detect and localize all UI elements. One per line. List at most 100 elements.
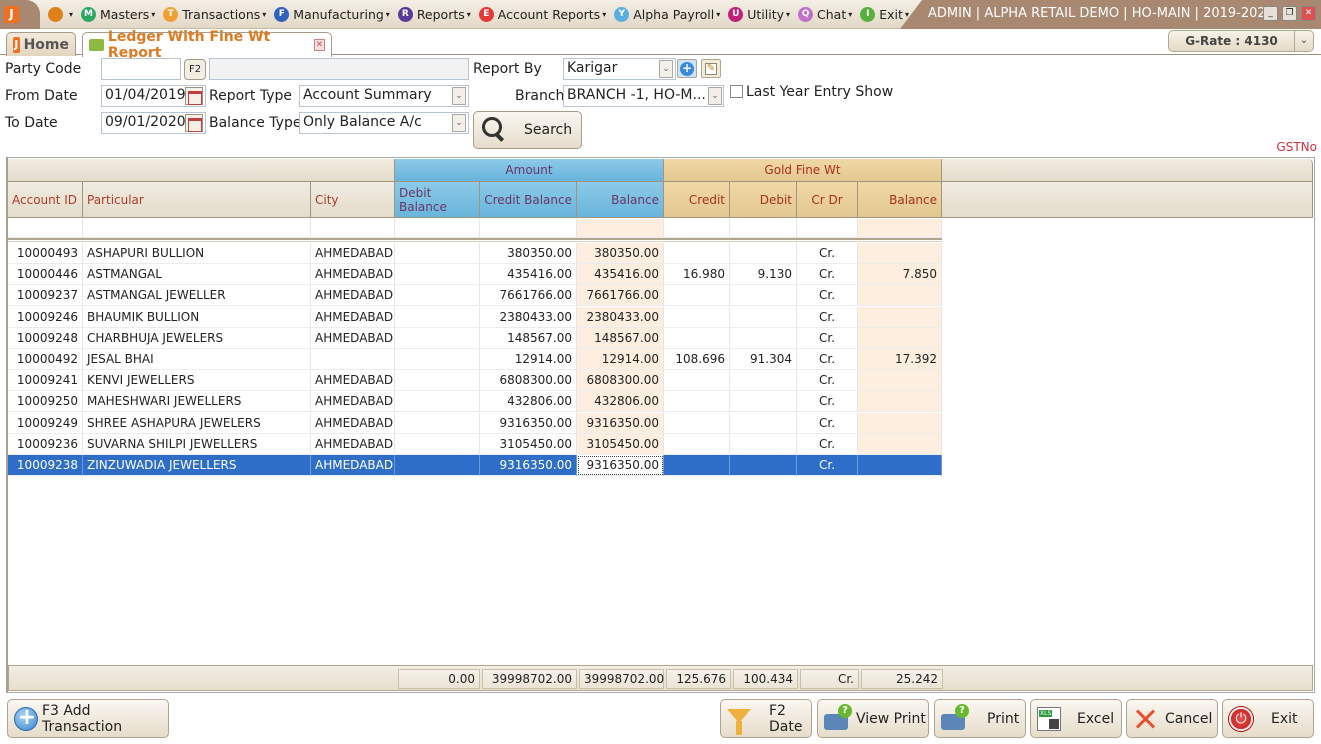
menu-settings[interactable]: ▾	[48, 7, 73, 22]
cell-gold-debit[interactable]	[730, 370, 797, 392]
cell-particular[interactable]: ASHAPURI BULLION	[83, 243, 311, 264]
chevron-down-icon[interactable]: ⌄	[708, 87, 722, 105]
edit-icon[interactable]: ✎	[701, 59, 721, 78]
cell-gold-balance[interactable]	[858, 412, 942, 434]
filter-cell-gold-balance[interactable]	[858, 219, 942, 238]
cell-credit-balance[interactable]: 432806.00	[480, 391, 577, 413]
view-print-button[interactable]: View Print	[817, 699, 929, 738]
cell-debit-balance[interactable]	[395, 243, 480, 264]
filter-cell-debit-balance[interactable]	[395, 219, 480, 238]
close-window-icon[interactable]: ✕	[1301, 6, 1316, 21]
cell-debit-balance[interactable]	[395, 306, 480, 328]
column-header-cr-dr[interactable]: Cr Dr	[797, 182, 858, 218]
cell-amount-balance[interactable]: 6808300.00	[577, 370, 664, 392]
cell-gold-balance[interactable]	[858, 455, 942, 476]
calendar-icon[interactable]	[185, 87, 203, 105]
cell-particular[interactable]: ASTMANGAL	[83, 264, 311, 286]
f2-date-button[interactable]: F2 Date	[720, 699, 812, 738]
cell-particular[interactable]: KENVI JEWELLERS	[83, 370, 311, 392]
cell-credit-balance[interactable]: 380350.00	[480, 243, 577, 264]
menu-reports[interactable]: R Reports ▾	[397, 7, 471, 22]
cell-amount-balance[interactable]: 432806.00	[577, 391, 664, 413]
tab-home[interactable]: J Home	[6, 32, 76, 56]
column-header-account-id[interactable]: Account ID	[8, 182, 83, 218]
cell-amount-balance[interactable]: 3105450.00	[577, 433, 664, 455]
branch-select[interactable]: BRANCH -1, HO-M...	[563, 85, 724, 107]
cell-cr-dr[interactable]: Cr.	[797, 455, 858, 476]
column-header-gold-credit[interactable]: Credit	[664, 182, 730, 218]
filter-cell-cr-dr[interactable]	[797, 219, 858, 238]
cell-particular[interactable]: CHARBHUJA JEWELERS	[83, 327, 311, 349]
cell-gold-balance[interactable]	[858, 370, 942, 392]
cell-cr-dr[interactable]: Cr.	[797, 391, 858, 413]
party-code-input[interactable]	[101, 58, 181, 80]
column-header-gold-debit[interactable]: Debit	[730, 182, 797, 218]
cell-cr-dr[interactable]: Cr.	[797, 370, 858, 392]
column-header-particular[interactable]: Particular	[83, 182, 311, 218]
chevron-down-icon[interactable]: ⌄	[659, 60, 673, 78]
cell-gold-balance[interactable]: 7.850	[858, 264, 942, 286]
menu-transactions[interactable]: T Transactions ▾	[163, 7, 266, 22]
cell-gold-debit[interactable]	[730, 243, 797, 264]
cell-gold-debit[interactable]	[730, 412, 797, 434]
report-type-select[interactable]: Account Summary	[299, 85, 469, 107]
cell-city[interactable]: AHMEDABAD	[311, 327, 395, 349]
cell-debit-balance[interactable]	[395, 412, 480, 434]
cell-account-id[interactable]: 10009236	[8, 433, 83, 455]
cell-cr-dr[interactable]: Cr.	[797, 306, 858, 328]
cancel-button[interactable]: Cancel	[1126, 699, 1218, 738]
menu-exit[interactable]: I Exit ▾	[860, 7, 909, 22]
cell-amount-balance[interactable]: 435416.00	[577, 264, 664, 286]
cell-debit-balance[interactable]	[395, 264, 480, 286]
cell-debit-balance[interactable]	[395, 285, 480, 307]
excel-button[interactable]: Excel	[1030, 699, 1122, 738]
cell-cr-dr[interactable]: Cr.	[797, 264, 858, 286]
cell-gold-debit[interactable]	[730, 433, 797, 455]
cell-debit-balance[interactable]	[395, 349, 480, 370]
cell-amount-balance[interactable]: 9316350.00	[577, 455, 664, 476]
cell-account-id[interactable]: 10000493	[8, 243, 83, 264]
column-header-amount-balance[interactable]: Balance	[577, 182, 664, 218]
cell-city[interactable]: AHMEDABAD	[311, 243, 395, 264]
filter-cell-particular[interactable]	[83, 219, 311, 238]
chevron-down-icon[interactable]: ⌄	[452, 114, 466, 132]
close-tab-icon[interactable]: ✕	[313, 39, 326, 51]
cell-credit-balance[interactable]: 12914.00	[480, 349, 577, 370]
add-transaction-button[interactable]: F3 Add Transaction	[7, 699, 169, 738]
cell-city[interactable]: AHMEDABAD	[311, 306, 395, 328]
filter-cell-city[interactable]	[311, 219, 395, 238]
cell-gold-debit[interactable]	[730, 285, 797, 307]
cell-cr-dr[interactable]: Cr.	[797, 412, 858, 434]
print-button[interactable]: Print	[934, 699, 1026, 738]
app-logo-icon[interactable]: J	[4, 6, 19, 23]
add-icon[interactable]: +	[677, 59, 697, 78]
cell-amount-balance[interactable]: 12914.00	[577, 349, 664, 370]
cell-debit-balance[interactable]	[395, 327, 480, 349]
cell-particular[interactable]: MAHESHWARI JEWELLERS	[83, 391, 311, 413]
cell-account-id[interactable]: 10000492	[8, 349, 83, 370]
cell-gold-credit[interactable]	[664, 327, 730, 349]
cell-gold-credit[interactable]	[664, 370, 730, 392]
menu-alpha-payroll[interactable]: Y Alpha Payroll ▾	[614, 7, 720, 22]
cell-gold-credit[interactable]	[664, 243, 730, 264]
cell-amount-balance[interactable]: 9316350.00	[577, 412, 664, 434]
cell-city[interactable]	[311, 349, 395, 370]
cell-credit-balance[interactable]: 9316350.00	[480, 455, 577, 476]
cell-gold-balance[interactable]	[858, 433, 942, 455]
cell-debit-balance[interactable]	[395, 455, 480, 476]
cell-particular[interactable]: SHREE ASHAPURA JEWELERS	[83, 412, 311, 434]
cell-gold-balance[interactable]	[858, 243, 942, 264]
restore-icon[interactable]: ❐	[1282, 6, 1297, 21]
cell-particular[interactable]: BHAUMIK BULLION	[83, 306, 311, 328]
cell-gold-debit[interactable]	[730, 327, 797, 349]
balance-type-select[interactable]: Only Balance A/c	[299, 112, 469, 134]
cell-cr-dr[interactable]: Cr.	[797, 327, 858, 349]
cell-account-id[interactable]: 10009250	[8, 391, 83, 413]
menu-manufacturing[interactable]: F Manufacturing ▾	[274, 7, 390, 22]
calendar-icon[interactable]	[185, 114, 203, 132]
cell-gold-credit[interactable]	[664, 285, 730, 307]
cell-credit-balance[interactable]: 3105450.00	[480, 433, 577, 455]
cell-gold-credit[interactable]: 108.696	[664, 349, 730, 370]
cell-gold-debit[interactable]	[730, 306, 797, 328]
filter-cell-credit-balance[interactable]	[480, 219, 577, 238]
